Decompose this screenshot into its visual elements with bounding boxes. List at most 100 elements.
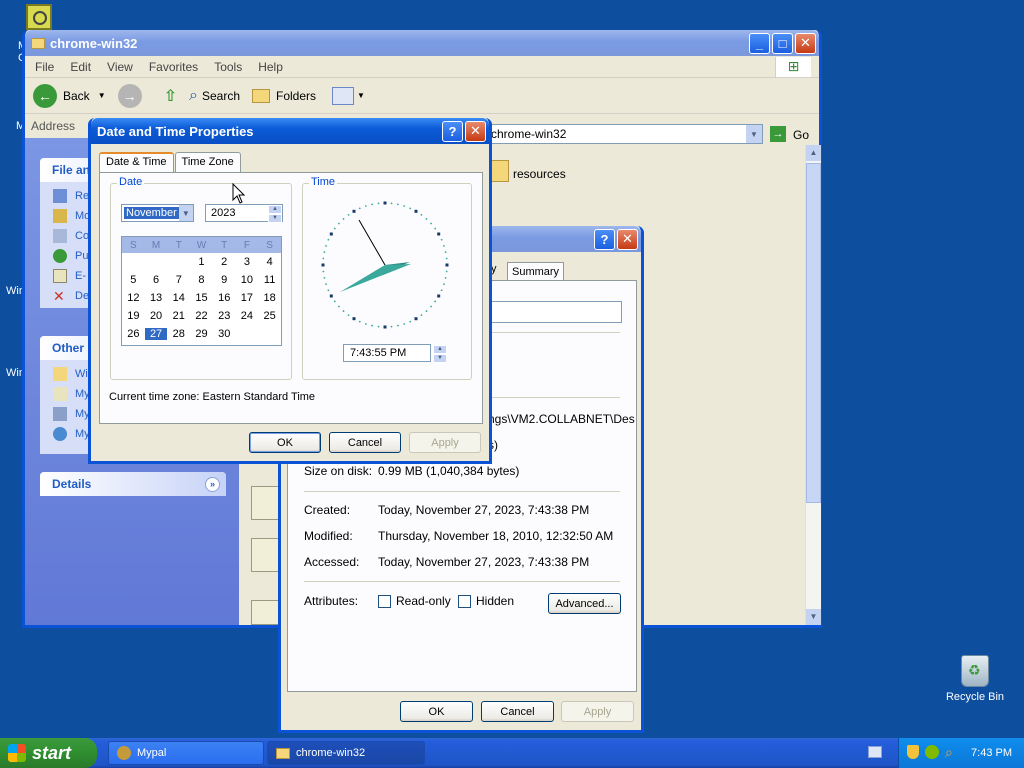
recycle-bin[interactable]: Recycle Bin: [940, 655, 1010, 703]
explorer-titlebar[interactable]: chrome-win32 _ □ ✕: [25, 30, 819, 56]
readonly-checkbox[interactable]: Read-only: [378, 594, 451, 609]
maximize-button[interactable]: □: [772, 32, 793, 54]
menu-help[interactable]: Help: [258, 60, 283, 74]
menu-file[interactable]: File: [35, 60, 54, 74]
up-folder-icon[interactable]: ⇧: [164, 86, 177, 106]
views-dropdown-icon[interactable]: ▼: [357, 91, 365, 100]
calendar-day[interactable]: 21: [167, 310, 190, 322]
spin-up-icon[interactable]: ▲: [268, 205, 282, 214]
calendar-grid[interactable]: SMTWTFS 1 2 3 4 5 6 7 8 9 10 11 12 13 14 15 16 17 18 19 20 2…: [121, 236, 282, 346]
filename-field[interactable]: [488, 301, 622, 323]
folder-icon[interactable]: [491, 160, 509, 182]
time-spinner[interactable]: 7:43:55 PM ▲ ▼: [343, 344, 447, 363]
tab-date-time[interactable]: Date & Time: [99, 152, 174, 174]
hidden-checkbox[interactable]: Hidden: [458, 594, 514, 609]
menu-edit[interactable]: Edit: [70, 60, 91, 74]
scrollbar-thumb[interactable]: [806, 163, 821, 503]
close-button[interactable]: ✕: [617, 228, 638, 250]
calendar-day[interactable]: 20: [145, 310, 168, 322]
file-item-label[interactable]: resources: [513, 167, 566, 181]
taskbar-button-chrome-win32[interactable]: chrome-win32: [267, 741, 425, 765]
calendar-day[interactable]: 23: [213, 310, 236, 322]
tray-clock[interactable]: 7:43 PM: [971, 747, 1012, 759]
calendar-day[interactable]: 12: [122, 292, 145, 304]
calendar-day[interactable]: 26: [122, 328, 145, 340]
minimize-button[interactable]: _: [749, 32, 770, 54]
calendar-day[interactable]: 13: [145, 292, 168, 304]
calendar-day[interactable]: 30: [213, 328, 236, 340]
month-dropdown-icon[interactable]: ▼: [178, 205, 193, 221]
calendar-day[interactable]: 15: [190, 292, 213, 304]
tab-summary[interactable]: Summary: [507, 262, 565, 281]
close-button[interactable]: ✕: [795, 32, 816, 54]
back-button-label[interactable]: Back: [63, 89, 90, 103]
cancel-button[interactable]: Cancel: [329, 432, 401, 453]
scroll-down-arrow-icon[interactable]: ▼: [806, 609, 821, 625]
menu-tools[interactable]: Tools: [214, 60, 242, 74]
installer-icon[interactable]: [251, 486, 281, 520]
calendar-day[interactable]: 10: [236, 274, 259, 286]
start-button[interactable]: start: [0, 738, 97, 768]
menu-view[interactable]: View: [107, 60, 133, 74]
calendar-day[interactable]: 5: [122, 274, 145, 286]
taskbar-button-mypal[interactable]: Mypal: [108, 741, 264, 765]
close-button[interactable]: ✕: [465, 120, 486, 142]
calendar-day[interactable]: 19: [122, 310, 145, 322]
details-header[interactable]: Details »: [40, 472, 226, 496]
folders-button[interactable]: Folders: [276, 89, 316, 103]
search-button[interactable]: Search: [202, 89, 240, 103]
go-arrow-icon[interactable]: →: [770, 126, 786, 142]
calendar-day[interactable]: 16: [213, 292, 236, 304]
spin-down-icon[interactable]: ▼: [268, 214, 282, 223]
installer-icon[interactable]: [251, 600, 281, 625]
calendar-day[interactable]: 22: [190, 310, 213, 322]
calendar-day[interactable]: 25: [258, 310, 281, 322]
calendar-day[interactable]: 14: [167, 292, 190, 304]
calendar-day[interactable]: 7: [167, 274, 190, 286]
ok-button[interactable]: OK: [400, 701, 473, 722]
calendar-day[interactable]: 29: [190, 328, 213, 340]
calendar-day[interactable]: 11: [258, 274, 281, 286]
ok-button[interactable]: OK: [249, 432, 321, 453]
scroll-up-arrow-icon[interactable]: ▲: [806, 145, 821, 161]
address-dropdown-icon[interactable]: ▼: [746, 125, 762, 143]
help-button[interactable]: ?: [442, 120, 463, 142]
desktop-app-icon[interactable]: [26, 4, 52, 30]
installer-icon[interactable]: [251, 538, 281, 572]
year-spinner[interactable]: 2023 ▲ ▼: [205, 204, 283, 223]
datetime-titlebar[interactable]: Date and Time Properties ? ✕: [91, 118, 489, 144]
month-select[interactable]: November ▼: [121, 204, 194, 222]
apply-button[interactable]: Apply: [561, 701, 634, 722]
calendar-day[interactable]: 8: [190, 274, 213, 286]
spin-up-icon[interactable]: ▲: [433, 345, 447, 354]
back-dropdown-icon[interactable]: ▼: [98, 91, 106, 100]
go-button[interactable]: Go: [793, 128, 809, 142]
calendar-day-selected[interactable]: 27: [144, 328, 168, 340]
calendar-day[interactable]: 28: [167, 328, 190, 340]
spin-down-icon[interactable]: ▼: [433, 354, 447, 363]
search-tray-icon[interactable]: ⌕: [945, 744, 953, 761]
vertical-scrollbar[interactable]: ▲ ▼: [805, 145, 821, 625]
apply-button[interactable]: Apply: [409, 432, 481, 453]
calendar-day[interactable]: 24: [236, 310, 259, 322]
calendar-day[interactable]: 1: [190, 256, 213, 268]
tab-time-zone[interactable]: Time Zone: [174, 152, 241, 174]
advanced-button[interactable]: Advanced...: [548, 593, 621, 614]
calendar-day[interactable]: 3: [236, 256, 259, 268]
calendar-day[interactable]: 6: [145, 274, 168, 286]
security-shield-icon[interactable]: [907, 745, 919, 759]
back-arrow-icon[interactable]: ←: [33, 83, 57, 108]
calendar-day[interactable]: 2: [213, 256, 236, 268]
calendar-day[interactable]: 17: [236, 292, 259, 304]
calendar-day[interactable]: 18: [258, 292, 281, 304]
help-button[interactable]: ?: [594, 228, 615, 250]
menu-favorites[interactable]: Favorites: [149, 60, 198, 74]
views-icon[interactable]: [332, 86, 355, 105]
calendar-day[interactable]: 9: [213, 274, 236, 286]
address-field[interactable]: chrome-win32 ▼: [490, 124, 763, 144]
expand-chevron-icon[interactable]: »: [205, 476, 220, 492]
keyboard-icon[interactable]: [868, 746, 882, 758]
forward-arrow-icon[interactable]: →: [117, 83, 142, 108]
cancel-button[interactable]: Cancel: [481, 701, 554, 722]
network-icon[interactable]: [925, 745, 939, 759]
